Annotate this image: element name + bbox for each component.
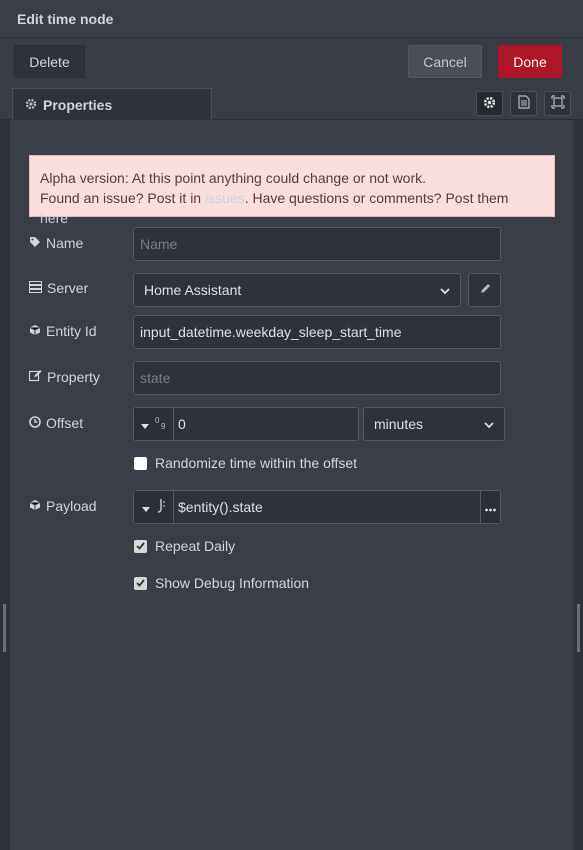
checkmark-icon <box>136 542 145 550</box>
property-label: Property <box>28 369 100 385</box>
chevron-down-icon <box>484 416 494 432</box>
tab-properties-label: Properties <box>43 97 113 113</box>
gear-icon <box>25 97 37 113</box>
alert-text: Found an issue? Post it in <box>40 190 205 206</box>
settings-tab-button[interactable] <box>476 91 503 116</box>
expand-editor-button[interactable] <box>480 491 500 523</box>
caret-down-icon <box>140 416 149 432</box>
payload-label-text: Payload <box>46 498 97 514</box>
randomize-checkbox-row[interactable]: Randomize time within the offset <box>134 455 357 471</box>
cancel-button[interactable]: Cancel <box>408 45 482 78</box>
alert-line-2: Found an issue? Post it in issues. Have … <box>40 188 544 228</box>
checkmark-icon <box>136 579 145 587</box>
randomize-label: Randomize time within the offset <box>155 455 358 471</box>
number-type-icon: 09 <box>155 416 167 433</box>
randomize-checkbox[interactable] <box>134 456 147 470</box>
property-label-text: Property <box>47 369 100 385</box>
dialog-toolbar: Delete Cancel Done <box>0 38 583 85</box>
edit-icon <box>28 369 42 385</box>
show-debug-checkbox-row[interactable]: Show Debug Information <box>134 575 309 591</box>
alert-line-1: Alpha version: At this point anything co… <box>40 170 427 186</box>
repeat-daily-checkbox-row[interactable]: Repeat Daily <box>134 538 235 554</box>
property-input[interactable]: state <box>133 361 501 395</box>
here-link[interactable]: here <box>40 210 68 226</box>
dialog-title: Edit time node <box>0 0 583 38</box>
svg-text:0: 0 <box>155 416 160 425</box>
offset-type-button[interactable]: 09 <box>134 408 174 440</box>
server-icon <box>29 280 42 296</box>
description-tab-button[interactable] <box>510 91 537 116</box>
done-button[interactable]: Done <box>498 45 562 78</box>
offset-unit-select[interactable]: minutes <box>363 407 505 441</box>
show-debug-label: Show Debug Information <box>155 575 310 591</box>
alert-text: . <box>68 210 72 226</box>
tab-properties[interactable]: Properties <box>12 88 212 121</box>
issues-link[interactable]: issues <box>205 190 245 206</box>
name-label-text: Name <box>46 235 84 251</box>
payload-value: $entity().state <box>178 499 263 515</box>
offset-value: 0 <box>178 416 186 432</box>
offset-label-text: Offset <box>46 415 84 431</box>
tabs-bar: Properties <box>0 85 583 121</box>
jsonata-icon <box>156 498 166 517</box>
cube-icon <box>29 323 41 339</box>
cube-icon <box>29 498 41 514</box>
offset-unit-value: minutes <box>374 416 424 432</box>
right-resize-handle[interactable] <box>577 604 580 652</box>
repeat-daily-label: Repeat Daily <box>155 538 236 554</box>
more-icon <box>485 499 496 515</box>
appearance-tab-button[interactable] <box>544 91 571 116</box>
name-label: Name <box>29 235 83 251</box>
alpha-warning: Alpha version: At this point anything co… <box>29 155 555 226</box>
tag-icon <box>29 235 41 251</box>
document-icon <box>517 95 530 112</box>
offset-typed-input[interactable]: 09 0 <box>133 407 359 441</box>
chevron-down-icon <box>440 282 450 298</box>
server-select-value: Home Assistant <box>144 282 242 298</box>
server-select[interactable]: Home Assistant <box>133 273 461 307</box>
svg-text:9: 9 <box>161 422 166 430</box>
entity-id-label-text: Entity Id <box>46 323 97 339</box>
caret-down-icon <box>141 499 150 515</box>
entity-id-input[interactable]: input_datetime.weekday_sleep_start_time <box>133 315 501 349</box>
server-label-text: Server <box>47 280 89 296</box>
edit-server-button[interactable] <box>468 273 501 307</box>
offset-label: Offset <box>29 415 83 431</box>
frame-icon <box>550 95 565 112</box>
payload-type-button[interactable] <box>134 491 174 523</box>
left-resize-handle[interactable] <box>3 604 6 652</box>
show-debug-checkbox[interactable] <box>134 576 147 590</box>
delete-button[interactable]: Delete <box>14 45 85 78</box>
repeat-daily-checkbox[interactable] <box>134 539 147 553</box>
alert-text: . Have questions or comments? Post them <box>244 190 509 206</box>
payload-typed-input[interactable]: $entity().state <box>133 490 501 524</box>
entity-id-label: Entity Id <box>29 323 97 339</box>
gear-icon <box>483 96 496 112</box>
clock-icon <box>29 415 41 431</box>
server-label: Server <box>29 280 88 296</box>
payload-label: Payload <box>29 498 97 514</box>
name-input[interactable]: Name <box>133 227 501 261</box>
pencil-icon <box>479 282 491 298</box>
